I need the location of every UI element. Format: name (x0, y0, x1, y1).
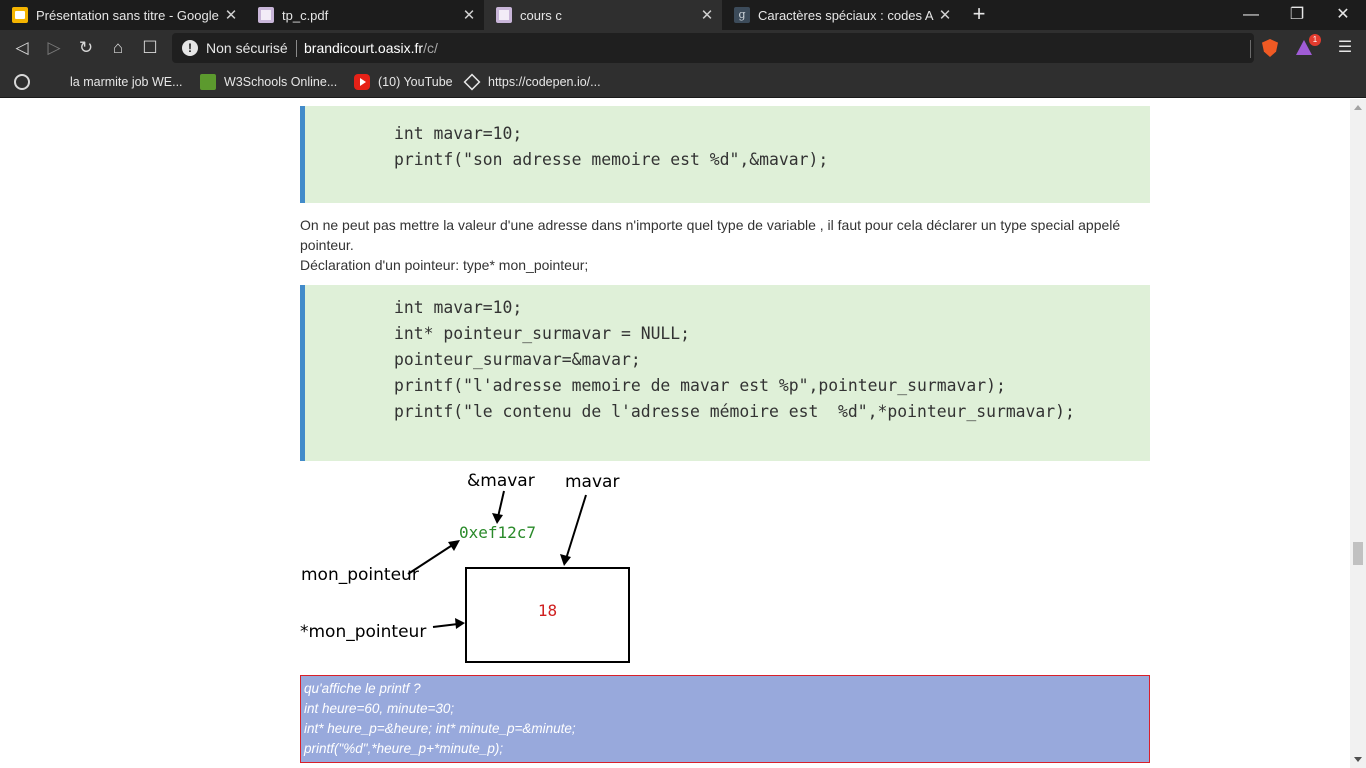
close-icon[interactable]: ✕ (458, 6, 480, 24)
pointer-label: mon_pointeur (301, 565, 419, 585)
minimize-button[interactable]: — (1228, 0, 1274, 30)
restore-button[interactable]: ❐ (1274, 0, 1320, 30)
exercise-line: int* heure_p=&heure; int* minute_p=&minu… (304, 721, 576, 736)
info-icon[interactable]: ! (182, 40, 198, 56)
close-icon[interactable]: ✕ (934, 6, 956, 24)
tab-cours-c[interactable]: cours c ✕ (484, 0, 722, 30)
page-scrollbar[interactable] (1350, 99, 1366, 768)
arrow-dereference (432, 623, 459, 628)
tab-google-slides[interactable]: Présentation sans titre - Google Slides … (0, 0, 246, 30)
address-separator (296, 40, 297, 57)
bookmarks-bar: la marmite job WE... W3Schools Online...… (0, 66, 1366, 98)
tab-title: tp_c.pdf (282, 7, 329, 23)
exercise-line: printf("%d",*heure_p+*minute_p); (304, 741, 504, 756)
url-text: brandicourt.oasix.fr/c/ (304, 40, 438, 56)
memory-box: 18 (465, 567, 630, 663)
bookmark-youtube[interactable]: (10) YouTube (354, 72, 453, 92)
code-text: int mavar=10; int* pointeur_surmavar = N… (394, 298, 1075, 421)
reload-button[interactable]: ↻ (72, 34, 100, 62)
arrow-variable (565, 494, 587, 560)
google-slides-icon (12, 7, 28, 23)
arrowhead-dereference (455, 618, 465, 629)
pointer-explanation: On ne peut pas mettre la valeur d'une ad… (300, 215, 1140, 275)
bookmark-button[interactable]: ☐ (136, 34, 164, 62)
address-value: 0xef12c7 (459, 523, 537, 542)
dereference-label: *mon_pointeur (300, 622, 427, 642)
tab-caracteres-speciaux[interactable]: g Caractères spéciaux : codes ASCII et H… (722, 0, 960, 30)
bookmark-globe[interactable] (14, 72, 38, 92)
paragraph-line: Déclaration d'un pointeur: type* mon_poi… (300, 257, 589, 273)
pointer-diagram: &mavar mavar 0xef12c7 mon_pointeur *mon_… (300, 465, 700, 670)
toolbar-separator (1250, 40, 1251, 58)
close-window-button[interactable]: ✕ (1320, 0, 1366, 30)
bookmark-label: (10) YouTube (378, 75, 453, 89)
security-label: Non sécurisé (206, 40, 288, 56)
bookmark-label: W3Schools Online... (224, 75, 338, 89)
rewards-badge: 1 (1309, 34, 1321, 46)
bookmark-label: https://codepen.io/... (488, 75, 601, 89)
back-button[interactable]: ◁ (8, 34, 36, 62)
globe-icon (14, 74, 30, 90)
code-text: int mavar=10; printf("son adresse memoir… (394, 124, 829, 169)
w3schools-icon (200, 74, 216, 90)
arrow-address-of (497, 490, 505, 518)
code-block-pointer: int mavar=10; int* pointeur_surmavar = N… (300, 285, 1150, 461)
tab-title: cours c (520, 7, 562, 23)
code-block-address: int mavar=10; printf("son adresse memoir… (300, 106, 1150, 203)
document-icon (258, 7, 274, 23)
document-icon (496, 7, 512, 23)
browser-toolbar: ◁ ▷ ↻ ⌂ ☐ ! Non sécurisé brandicourt.oas… (0, 30, 1366, 66)
bookmark-marmite[interactable]: la marmite job WE... (70, 72, 183, 92)
home-button[interactable]: ⌂ (104, 34, 132, 62)
page-content: int mavar=10; printf("son adresse memoir… (0, 99, 1350, 768)
close-icon[interactable]: ✕ (696, 6, 718, 24)
forward-button[interactable]: ▷ (40, 34, 68, 62)
bookmark-codepen[interactable]: https://codepen.io/... (463, 72, 601, 92)
g-site-icon: g (734, 7, 750, 23)
exercise-box: qu'affiche le printf ? int heure=60, min… (300, 675, 1150, 763)
tab-tp-c-pdf[interactable]: tp_c.pdf ✕ (246, 0, 484, 30)
exercise-line: qu'affiche le printf ? (304, 681, 421, 696)
tab-strip: Présentation sans titre - Google Slides … (0, 0, 1366, 30)
scroll-up-icon[interactable] (1354, 105, 1362, 110)
new-tab-button[interactable]: + (966, 0, 992, 30)
paragraph-line: On ne peut pas mettre la valeur d'une ad… (300, 217, 1121, 253)
menu-icon[interactable]: ☰ (1334, 34, 1356, 62)
address-of-label: &mavar (467, 471, 535, 491)
stored-value: 18 (537, 601, 558, 620)
url-path: /c/ (423, 40, 438, 56)
tab-title: Présentation sans titre - Google Slides (36, 7, 220, 23)
brave-shields-icon[interactable] (1262, 39, 1278, 57)
codepen-icon (463, 73, 481, 91)
address-bar[interactable]: ! Non sécurisé brandicourt.oasix.fr/c/ (172, 33, 1254, 63)
bookmark-label: la marmite job WE... (70, 75, 183, 89)
arrowhead-variable (560, 554, 571, 566)
url-host: brandicourt.oasix.fr (304, 40, 424, 56)
youtube-icon (354, 74, 370, 90)
close-icon[interactable]: ✕ (220, 6, 242, 24)
bookmark-w3schools[interactable]: W3Schools Online... (200, 72, 337, 92)
variable-label: mavar (565, 472, 620, 492)
tab-title: Caractères spéciaux : codes ASCII et HTM… (758, 7, 934, 23)
scroll-down-icon[interactable] (1354, 757, 1362, 762)
exercise-line: int heure=60, minute=30; (304, 701, 455, 716)
scroll-thumb[interactable] (1353, 542, 1363, 565)
